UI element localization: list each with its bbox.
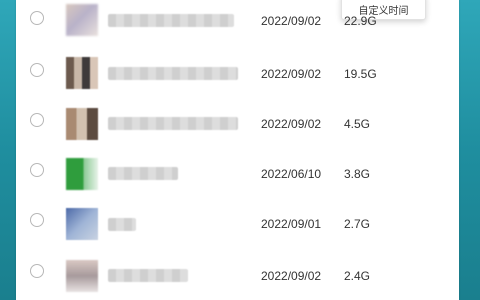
file-date: 2022/09/01 [261, 217, 322, 231]
select-radio[interactable] [30, 113, 44, 127]
list-item[interactable]: 2022/09/02 2.4G [16, 250, 459, 300]
file-name-blurred [108, 14, 234, 27]
file-date: 2022/09/02 [261, 67, 322, 81]
file-date: 2022/09/02 [261, 14, 322, 28]
file-size: 2.7G [344, 217, 371, 231]
file-thumbnail [66, 208, 98, 240]
select-radio[interactable] [30, 63, 44, 77]
select-radio[interactable] [30, 264, 44, 278]
file-size: 3.8G [344, 167, 371, 181]
list-item[interactable]: 2022/09/02 19.5G [16, 48, 459, 98]
file-date: 2022/09/02 [261, 117, 322, 131]
file-thumbnail [66, 108, 98, 140]
select-radio[interactable] [30, 163, 44, 177]
file-size: 22.9G [344, 14, 377, 28]
file-name-blurred [108, 117, 238, 130]
select-radio[interactable] [30, 213, 44, 227]
file-name-blurred [108, 218, 136, 231]
list-item[interactable]: 2022/06/10 3.8G [16, 148, 459, 198]
file-size: 4.5G [344, 117, 371, 131]
file-thumbnail [66, 260, 98, 292]
file-name-blurred [108, 167, 178, 180]
file-name-blurred [108, 67, 238, 80]
list-item[interactable]: 2022/09/01 2.7G [16, 198, 459, 248]
file-size: 19.5G [344, 67, 377, 81]
file-thumbnail [66, 57, 98, 89]
file-date: 2022/06/10 [261, 167, 322, 181]
file-thumbnail [66, 158, 98, 190]
file-name-blurred [108, 269, 188, 282]
file-date: 2022/09/02 [261, 269, 322, 283]
list-item[interactable]: 2022/09/02 4.5G [16, 98, 459, 148]
file-list-panel: 自定义时间 2022/09/02 22.9G 2022/09/02 19.5G … [16, 0, 459, 300]
file-thumbnail [66, 4, 98, 36]
select-radio[interactable] [30, 11, 44, 25]
list-item[interactable]: 2022/09/02 22.9G [16, 0, 459, 45]
file-size: 2.4G [344, 269, 371, 283]
